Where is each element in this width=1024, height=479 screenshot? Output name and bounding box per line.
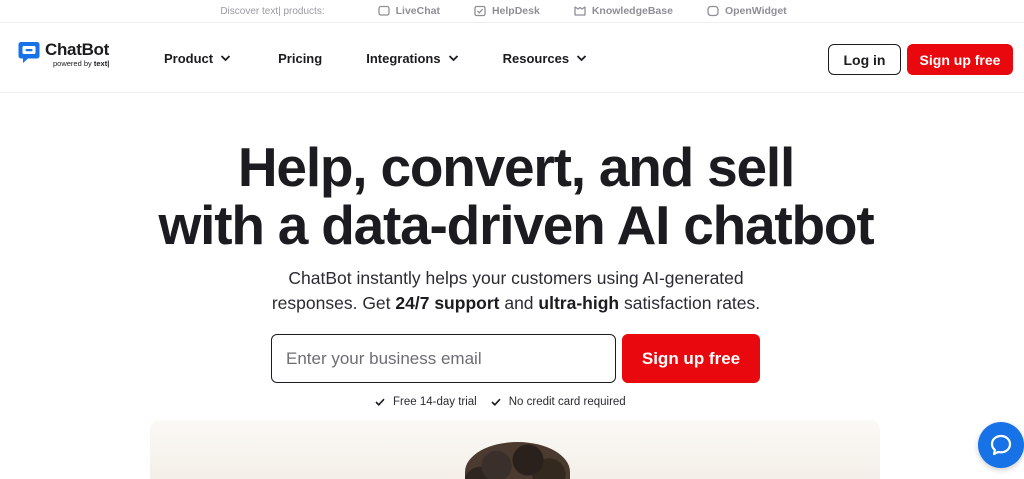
nav-product[interactable]: Product xyxy=(164,51,231,66)
header-signup-button[interactable]: Sign up free xyxy=(907,44,1013,75)
perk-item: Free 14-day trial xyxy=(375,396,477,408)
helpdesk-icon xyxy=(474,5,486,17)
check-icon xyxy=(491,398,501,406)
livechat-icon xyxy=(377,5,390,16)
perk-item: No credit card required xyxy=(491,396,626,408)
discover-label: Discover text| products: xyxy=(220,5,325,17)
product-link-label: HelpDesk xyxy=(491,5,540,17)
hero-title-line-2: with a data-driven AI chatbot xyxy=(158,194,875,256)
discover-bar: Discover text| products: LiveChat HelpDe… xyxy=(0,0,1024,22)
product-link-openwidget[interactable]: OpenWidget xyxy=(707,5,787,17)
perk-label: No credit card required xyxy=(508,396,626,408)
logo-tagline: powered by text| xyxy=(53,59,110,68)
person-hair-graphic xyxy=(465,442,570,479)
hero-image xyxy=(150,420,880,479)
nav-integrations-label: Integrations xyxy=(366,50,441,66)
chevron-down-icon xyxy=(448,55,458,62)
chevron-down-icon xyxy=(220,55,231,62)
nav-pricing-label: Pricing xyxy=(278,50,323,66)
chatbot-logo[interactable]: ChatBot powered by text| xyxy=(18,41,109,69)
product-link-knowledgebase[interactable]: KnowledgeBase xyxy=(574,5,673,17)
hero-title: Help, convert, and sell with a data-driv… xyxy=(0,138,1024,254)
openwidget-icon xyxy=(707,5,719,17)
nav-pricing[interactable]: Pricing xyxy=(278,51,322,66)
main-nav: Product Pricing Integrations Resources xyxy=(164,23,587,93)
product-link-label: LiveChat xyxy=(395,5,440,17)
product-link-label: OpenWidget xyxy=(724,5,787,17)
nav-resources[interactable]: Resources xyxy=(503,51,587,66)
chat-bubble-icon xyxy=(990,434,1012,456)
business-email-input[interactable] xyxy=(271,334,616,383)
nav-integrations[interactable]: Integrations xyxy=(366,51,458,66)
hero-title-line-1: Help, convert, and sell xyxy=(237,136,795,198)
perks-list: Free 14-day trial No credit card require… xyxy=(375,396,640,408)
hero-subtitle: ChatBot instantly helps your customers u… xyxy=(271,268,761,313)
product-link-helpdesk[interactable]: HelpDesk xyxy=(474,5,540,17)
chat-widget-button[interactable] xyxy=(978,422,1024,468)
perk-label: Free 14-day trial xyxy=(393,396,477,408)
chevron-down-icon xyxy=(576,55,587,62)
product-link-label: KnowledgeBase xyxy=(591,5,673,17)
nav-product-label: Product xyxy=(164,50,214,66)
knowledgebase-icon xyxy=(574,6,586,16)
product-link-livechat[interactable]: LiveChat xyxy=(377,5,440,17)
logo-name: ChatBot xyxy=(45,40,109,59)
nav-resources-label: Resources xyxy=(502,50,570,66)
login-button[interactable]: Log in xyxy=(828,44,901,75)
check-icon xyxy=(375,398,385,406)
site-header: ChatBot powered by text| Product Pricing… xyxy=(0,22,1024,93)
hero-signup-button[interactable]: Sign up free xyxy=(622,334,760,383)
chatbot-logo-icon xyxy=(18,41,40,65)
